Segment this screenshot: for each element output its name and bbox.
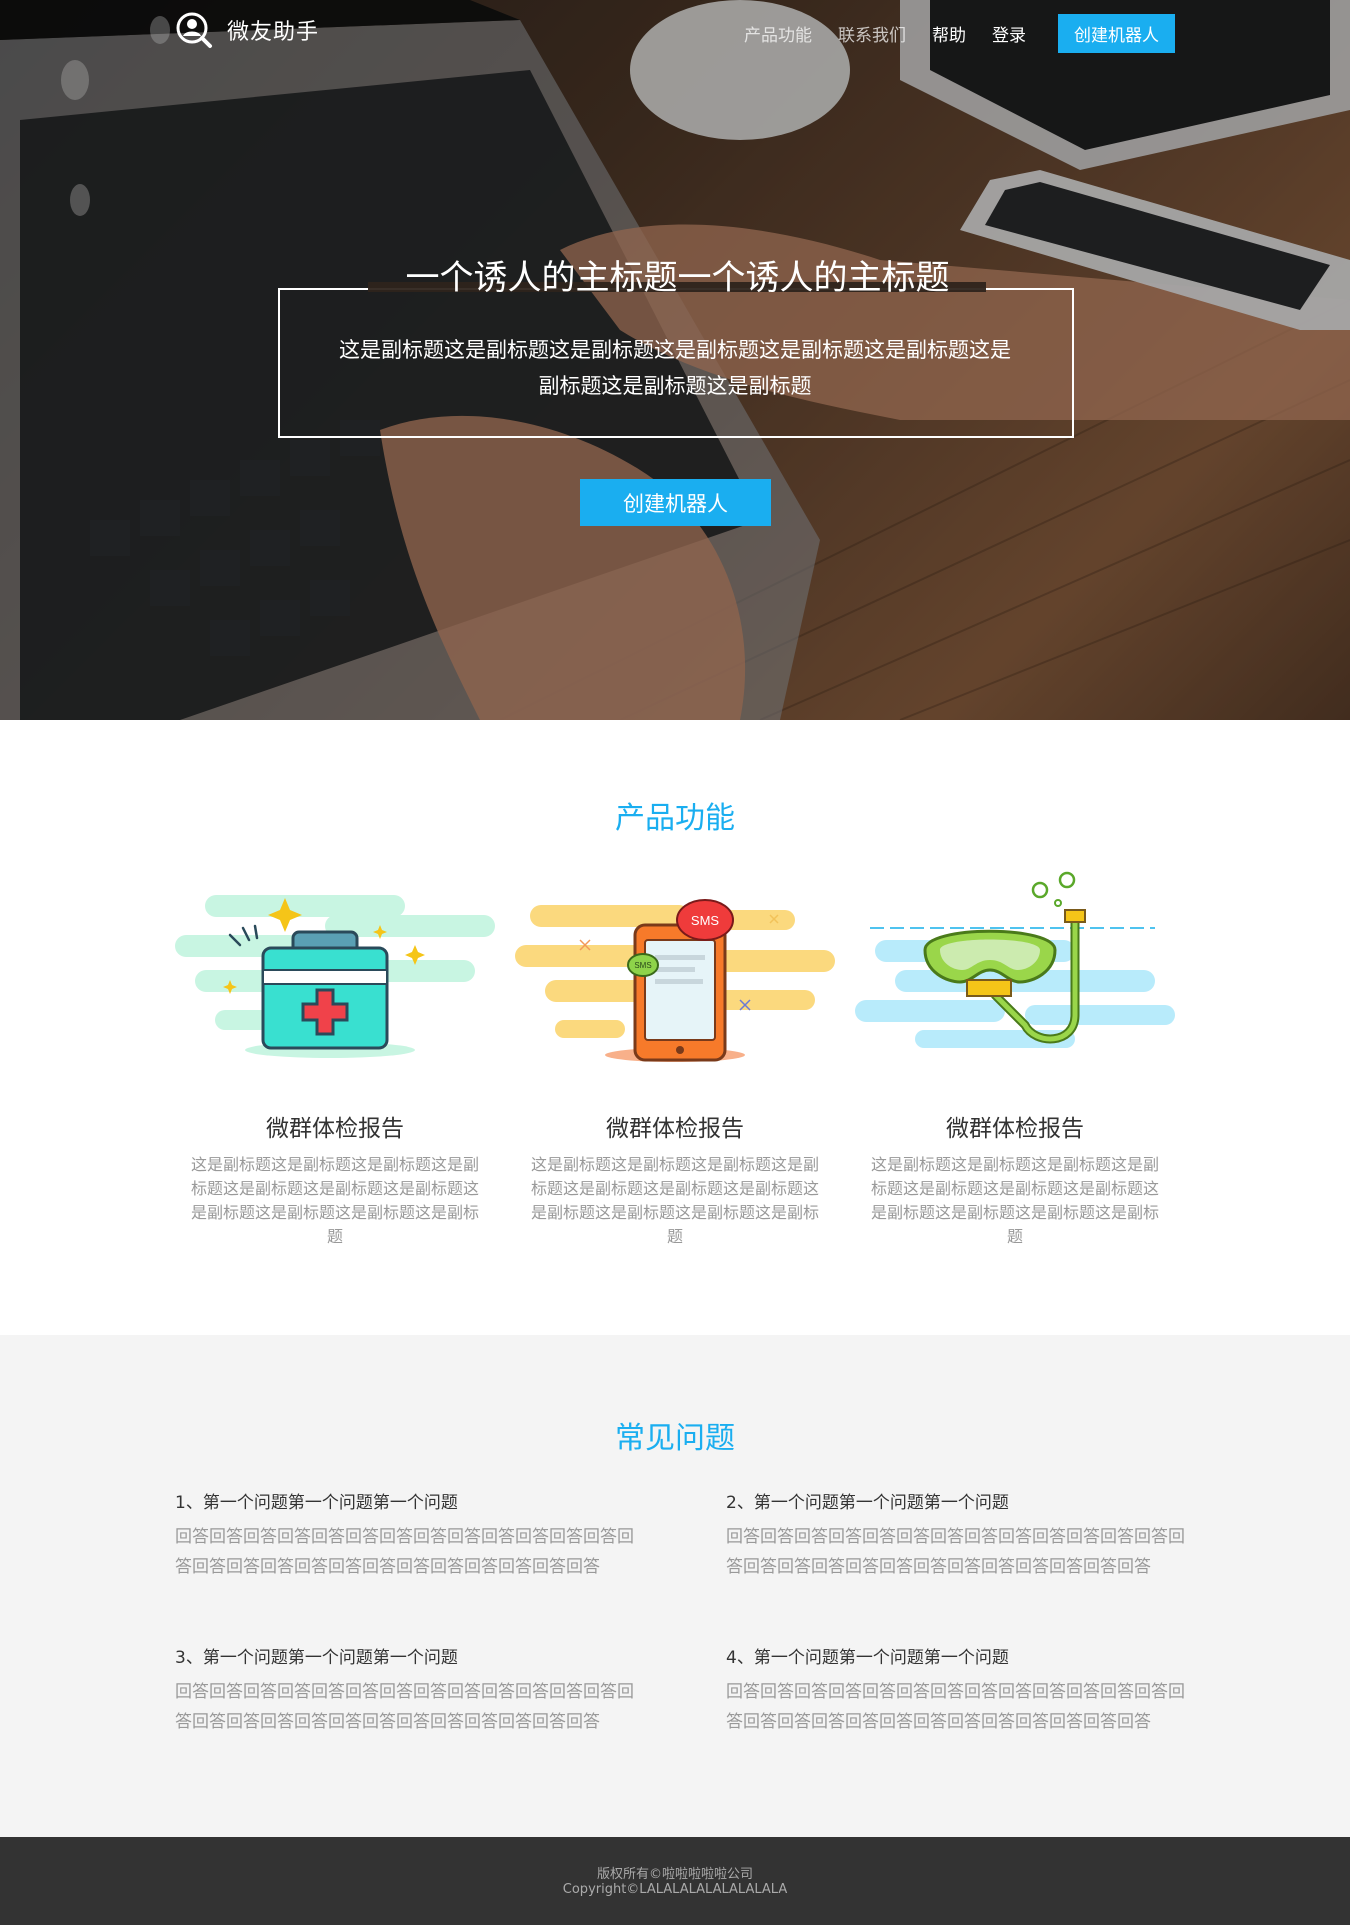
features-section: 产品功能 微群体检报告 这是副标题这是副标题这是副标题这是副标题这是副标题这是副… bbox=[0, 720, 1350, 1335]
feature-card: SMS SMS 微群体检报告 这是副标题这是副标题这是副标题这是副标题这是副标题… bbox=[515, 870, 835, 1249]
sms-phone-icon: SMS SMS bbox=[515, 899, 835, 1062]
features-title: 产品功能 bbox=[615, 801, 735, 836]
faq-question: 4、第一个问题第一个问题第一个问题 bbox=[726, 1648, 1009, 1668]
faq-question: 2、第一个问题第一个问题第一个问题 bbox=[726, 1493, 1009, 1513]
user-search-icon bbox=[176, 12, 212, 48]
nav-item-contact[interactable]: 联系我们 bbox=[838, 21, 906, 46]
faq-item: 1、第一个问题第一个问题第一个问题 回答回答回答回答回答回答回答回答回答回答回答… bbox=[175, 1488, 635, 1582]
feature-desc: 这是副标题这是副标题这是副标题这是副标题这是副标题这是副标题这是副标题这是副标题… bbox=[870, 1155, 1159, 1246]
nav-links: 产品功能 联系我们 帮助 登录 创建机器人 bbox=[744, 14, 1175, 53]
faq-title: 常见问题 bbox=[615, 1421, 735, 1456]
hero-subtitle: 这是副标题这是副标题这是副标题这是副标题这是副标题这是副标题这是副标题这是副标题… bbox=[339, 338, 1011, 398]
feature-title: 微群体检报告 bbox=[606, 1116, 744, 1142]
site-footer: 版权所有©啦啦啦啦啦公司 Copyright©LALALALALALALALAL… bbox=[0, 1837, 1350, 1925]
faq-item: 4、第一个问题第一个问题第一个问题 回答回答回答回答回答回答回答回答回答回答回答… bbox=[726, 1643, 1186, 1737]
nav-item-login[interactable]: 登录 bbox=[992, 21, 1026, 46]
brand-name: 微友助手 bbox=[227, 20, 320, 45]
faq-item: 2、第一个问题第一个问题第一个问题 回答回答回答回答回答回答回答回答回答回答回答… bbox=[726, 1488, 1186, 1582]
faq-question: 1、第一个问题第一个问题第一个问题 bbox=[175, 1493, 458, 1513]
faq-question: 3、第一个问题第一个问题第一个问题 bbox=[175, 1648, 458, 1668]
feature-desc: 这是副标题这是副标题这是副标题这是副标题这是副标题这是副标题这是副标题这是副标题… bbox=[190, 1155, 479, 1246]
hero-title: 一个诱人的主标题一个诱人的主标题 bbox=[405, 258, 950, 298]
brand-logo[interactable]: 微友助手 bbox=[175, 11, 319, 49]
nav-item-features[interactable]: 产品功能 bbox=[744, 21, 812, 46]
feature-card: 微群体检报告 这是副标题这是副标题这是副标题这是副标题这是副标题这是副标题这是副… bbox=[175, 870, 495, 1249]
svg-text:SMS: SMS bbox=[691, 913, 720, 928]
faq-answer: 回答回答回答回答回答回答回答回答回答回答回答回答回答回答回答回答回答回答回答回答… bbox=[726, 1682, 1185, 1732]
hero-section: 微友助手 产品功能 联系我们 帮助 登录 创建机器人 一个诱人的主标题一个诱人的… bbox=[0, 0, 1350, 720]
faq-item: 3、第一个问题第一个问题第一个问题 回答回答回答回答回答回答回答回答回答回答回答… bbox=[175, 1643, 635, 1737]
snorkel-mask-icon bbox=[855, 871, 1175, 1048]
top-nav: 微友助手 产品功能 联系我们 帮助 登录 创建机器人 bbox=[0, 0, 1350, 62]
footer-copyright-en: Copyright©LALALALALALALALALA bbox=[562, 1882, 788, 1897]
nav-create-bot-button[interactable]: 创建机器人 bbox=[1058, 14, 1175, 53]
feature-title: 微群体检报告 bbox=[946, 1116, 1084, 1142]
faq-answer: 回答回答回答回答回答回答回答回答回答回答回答回答回答回答回答回答回答回答回答回答… bbox=[175, 1527, 634, 1577]
feature-desc: 这是副标题这是副标题这是副标题这是副标题这是副标题这是副标题这是副标题这是副标题… bbox=[530, 1155, 819, 1246]
svg-text:SMS: SMS bbox=[634, 961, 651, 970]
faq-section: 常见问题 1、第一个问题第一个问题第一个问题 回答回答回答回答回答回答回答回答回… bbox=[0, 1335, 1350, 1837]
medical-kit-icon bbox=[175, 895, 495, 1058]
feature-title: 微群体检报告 bbox=[266, 1116, 404, 1142]
footer-copyright-cn: 版权所有©啦啦啦啦啦公司 bbox=[596, 1867, 753, 1882]
hero-create-bot-button[interactable]: 创建机器人 bbox=[580, 479, 771, 526]
faq-answer: 回答回答回答回答回答回答回答回答回答回答回答回答回答回答回答回答回答回答回答回答… bbox=[175, 1682, 634, 1732]
feature-card: 微群体检报告 这是副标题这是副标题这是副标题这是副标题这是副标题这是副标题这是副… bbox=[855, 870, 1175, 1249]
faq-answer: 回答回答回答回答回答回答回答回答回答回答回答回答回答回答回答回答回答回答回答回答… bbox=[726, 1527, 1185, 1577]
nav-item-help[interactable]: 帮助 bbox=[932, 21, 966, 46]
